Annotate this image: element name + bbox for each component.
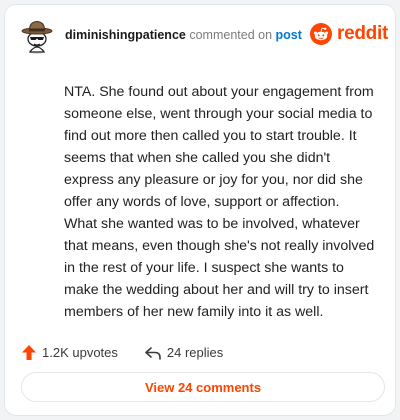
comment-header: diminishingpatience commented on post	[65, 27, 302, 43]
upvote-arrow-icon	[22, 345, 36, 360]
reddit-wordmark: reddit	[337, 23, 388, 44]
reply-arrow-icon	[145, 346, 161, 360]
reply-label: 24 replies	[166, 345, 224, 360]
view-comments-button[interactable]: View 24 comments	[21, 372, 385, 402]
username-link[interactable]: diminishingpatience	[65, 28, 186, 42]
reddit-logo[interactable]: reddit	[310, 23, 388, 45]
comment-body: NTA. She found out about your engagement…	[64, 84, 375, 320]
snoo-cowboy-avatar-icon	[21, 20, 53, 54]
reddit-snoo-icon	[310, 23, 332, 45]
upvote-count[interactable]: 1.2K upvotes	[21, 344, 118, 361]
comment-card: diminishingpatience commented on post re…	[4, 4, 396, 416]
action-text: commented on	[189, 28, 273, 42]
upvote-label: 1.2K upvotes	[42, 345, 118, 360]
comment-stats: 1.2K upvotes 24 replies	[21, 344, 223, 361]
reply-count[interactable]: 24 replies	[144, 345, 223, 361]
post-link[interactable]: post	[276, 28, 302, 42]
user-avatar[interactable]	[19, 18, 55, 54]
